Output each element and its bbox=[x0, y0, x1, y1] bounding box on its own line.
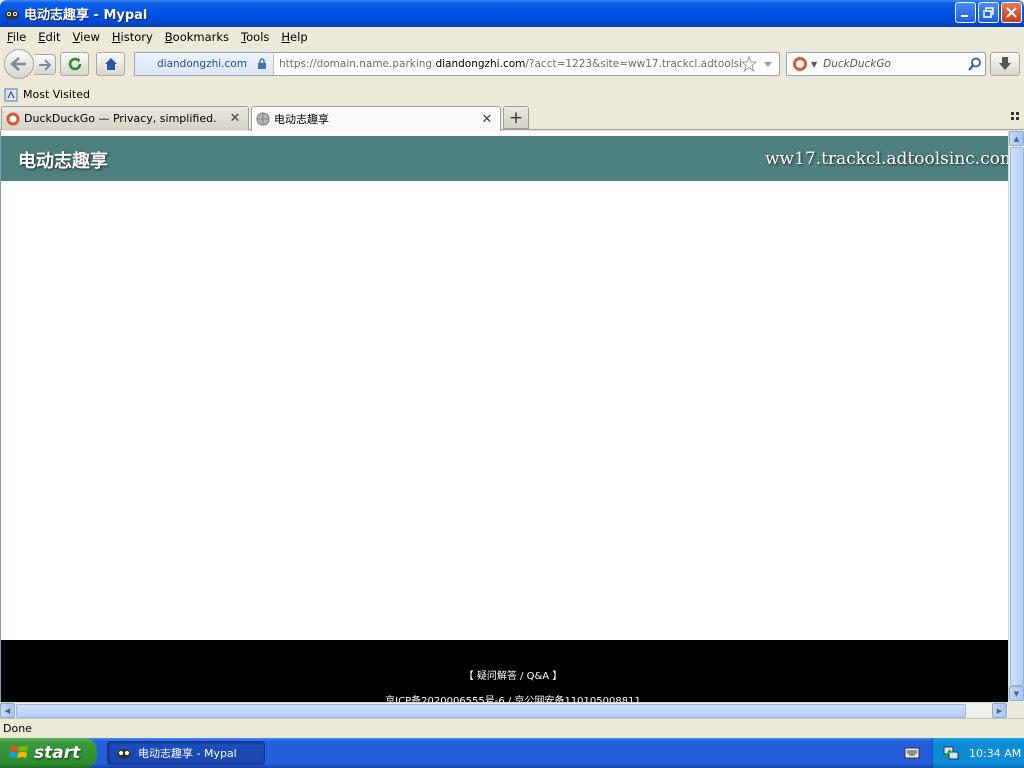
menu-edit[interactable]: Edit bbox=[33, 30, 65, 44]
start-label: start bbox=[34, 743, 81, 763]
most-visited-link[interactable]: Most Visited bbox=[23, 88, 90, 101]
home-button[interactable] bbox=[96, 52, 125, 76]
tab-label: DuckDuckGo — Privacy, simplified. bbox=[24, 112, 217, 125]
vertical-scroll-thumb[interactable] bbox=[1010, 147, 1024, 686]
window-title: 电动志趣享 - Mypal bbox=[24, 8, 148, 23]
menu-history[interactable]: History bbox=[107, 30, 158, 44]
close-icon bbox=[1006, 7, 1017, 18]
window-title-bar[interactable]: 电动志趣享 - Mypal bbox=[0, 0, 1024, 27]
duckduckgo-engine-icon[interactable] bbox=[789, 56, 811, 72]
address-bar[interactable]: diandongzhi.com https://domain.name.park… bbox=[134, 52, 780, 76]
site-header: 电动志趣享 ww17.trackcl.adtoolsinc.com bbox=[1, 136, 1008, 181]
site-title[interactable]: 电动志趣享 bbox=[18, 147, 108, 173]
identity-domain: diandongzhi.com bbox=[157, 58, 247, 70]
vertical-scrollbar[interactable]: ▲ ▼ bbox=[1008, 131, 1024, 702]
web-content: 电动志趣享 ww17.trackcl.adtoolsinc.com 【 疑问解答… bbox=[0, 131, 1008, 702]
taskbar: start 电动志趣享 - Mypal 10:34 AM bbox=[0, 738, 1024, 768]
home-icon bbox=[104, 58, 117, 70]
site-footer: 【 疑问解答 / Q&A 】 京ICP备2020006555号-6 / 京公网安… bbox=[1, 640, 1008, 702]
horizontal-scrollbar[interactable]: ◀ ▶ bbox=[0, 702, 1008, 718]
new-tab-button[interactable]: + bbox=[503, 106, 529, 129]
minimize-button[interactable] bbox=[955, 2, 976, 23]
tab-diandongzhi[interactable]: 电动志趣享 ✕ bbox=[251, 106, 501, 131]
bookmark-star-icon[interactable] bbox=[741, 56, 757, 72]
url-input[interactable]: https://domain.name.parking.diandongzhi.… bbox=[274, 58, 741, 70]
scrollbar-corner bbox=[1008, 702, 1024, 718]
task-label: 电动志趣享 - Mypal bbox=[138, 747, 237, 760]
close-tab-icon[interactable]: ✕ bbox=[228, 111, 242, 126]
restore-icon bbox=[983, 7, 994, 18]
menu-view[interactable]: View bbox=[68, 30, 105, 44]
menu-file[interactable]: File bbox=[2, 30, 31, 44]
plus-icon: + bbox=[508, 107, 524, 128]
tab-duckduckgo[interactable]: DuckDuckGo — Privacy, simplified. ✕ bbox=[1, 106, 249, 130]
restore-button[interactable] bbox=[978, 2, 999, 23]
faq-link[interactable]: 【 疑问解答 / Q&A 】 bbox=[1, 667, 1008, 682]
duckduckgo-favicon-icon bbox=[6, 112, 20, 125]
lock-icon bbox=[257, 58, 266, 69]
system-tray: 10:34 AM bbox=[932, 738, 1024, 768]
minimize-icon bbox=[961, 15, 968, 17]
bookmarks-toolbar: Most Visited bbox=[0, 84, 1024, 105]
icp-license-text: 京ICP备2020006555号-6 / 京公网安备110105008811 bbox=[385, 696, 641, 702]
menu-tools[interactable]: Tools bbox=[236, 30, 274, 44]
start-button[interactable]: start bbox=[0, 738, 97, 768]
most-visited-icon bbox=[4, 88, 18, 101]
mypal-app-icon bbox=[5, 9, 19, 20]
menu-help[interactable]: Help bbox=[276, 30, 312, 44]
back-arrow-icon bbox=[10, 57, 26, 71]
reload-button[interactable] bbox=[60, 52, 89, 76]
scroll-up-button[interactable]: ▲ bbox=[1009, 131, 1024, 146]
tab-strip: DuckDuckGo — Privacy, simplified. ✕ 电动志趣… bbox=[0, 105, 1024, 131]
scroll-left-button[interactable]: ◀ bbox=[0, 703, 15, 718]
horizontal-scroll-thumb[interactable] bbox=[16, 704, 966, 718]
scroll-right-button[interactable]: ▶ bbox=[992, 703, 1007, 718]
menu-bar: File Edit View History Bookmarks Tools H… bbox=[0, 27, 1024, 46]
status-bar: Done bbox=[0, 718, 1024, 738]
reload-icon bbox=[68, 57, 81, 71]
back-button[interactable] bbox=[4, 49, 34, 79]
close-tab-icon[interactable]: ✕ bbox=[480, 112, 494, 127]
clock[interactable]: 10:34 AM bbox=[969, 747, 1021, 760]
url-dropdown-icon[interactable] bbox=[763, 56, 773, 72]
site-domain: ww17.trackcl.adtoolsinc.com bbox=[765, 149, 1008, 169]
taskbar-mypal-window[interactable]: 电动志趣享 - Mypal bbox=[107, 741, 265, 765]
list-all-tabs-icon[interactable] bbox=[1010, 111, 1020, 121]
network-icon[interactable] bbox=[943, 745, 959, 761]
search-input[interactable]: DuckDuckGo bbox=[823, 58, 965, 70]
search-bar[interactable]: ▼ DuckDuckGo bbox=[786, 52, 986, 76]
forward-button[interactable] bbox=[34, 54, 56, 75]
forward-arrow-icon bbox=[38, 58, 51, 71]
scroll-down-button[interactable]: ▼ bbox=[1009, 686, 1024, 701]
close-window-button[interactable] bbox=[1001, 2, 1022, 23]
navigation-toolbar: diandongzhi.com https://domain.name.park… bbox=[0, 46, 1024, 84]
downloads-button[interactable] bbox=[990, 52, 1020, 76]
engine-dropdown-icon[interactable]: ▼ bbox=[811, 60, 817, 69]
status-text: Done bbox=[3, 722, 32, 735]
globe-favicon-icon bbox=[256, 112, 270, 126]
keyboard-language-icon[interactable] bbox=[904, 746, 920, 760]
tab-label: 电动志趣享 bbox=[274, 113, 329, 126]
mypal-app-icon bbox=[117, 749, 131, 759]
search-icon[interactable] bbox=[965, 57, 985, 71]
windows-logo-icon bbox=[9, 746, 28, 758]
download-arrow-icon bbox=[999, 57, 1011, 70]
site-identity-button[interactable]: diandongzhi.com bbox=[135, 53, 274, 75]
menu-bookmarks[interactable]: Bookmarks bbox=[160, 30, 234, 44]
